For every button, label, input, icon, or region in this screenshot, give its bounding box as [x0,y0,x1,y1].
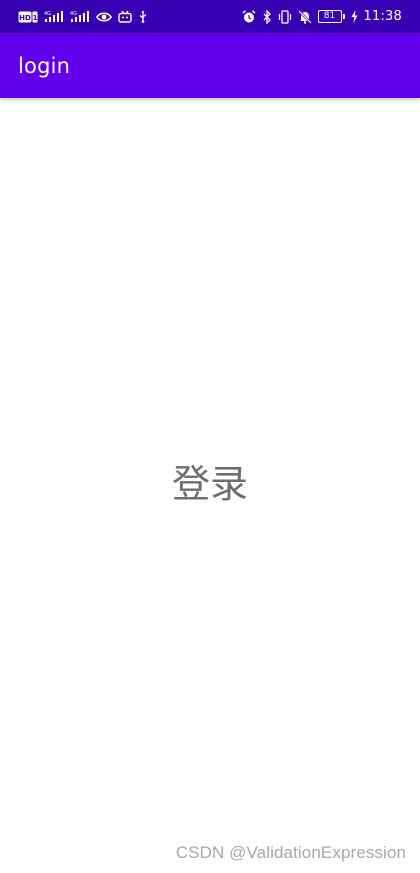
hd-icon: HD 1 [18,10,38,24]
battery-tip [342,14,345,19]
svg-text:4G: 4G [44,11,51,17]
status-right-icons: 81 11:38 [242,9,402,24]
battery-icon: 81 [317,10,345,24]
main-content: 登录 [0,98,420,873]
alarm-icon [242,9,256,24]
svg-text:4G: 4G [70,11,77,17]
app-bar: login [0,33,420,98]
vibrate-icon [278,9,292,24]
status-bar: HD 1 4G 4G 81 11:38 [0,0,420,33]
app-bar-title: login [18,53,71,78]
svg-text:1: 1 [33,14,38,22]
signal-4g-icon: 4G [70,10,90,24]
charging-icon [351,10,358,24]
bluetooth-icon [262,9,272,24]
app-screen: HD 1 4G 4G 81 11:38 login 登录 CSDN @Valid… [0,0,420,873]
status-left-icons: HD 1 4G 4G [18,10,148,24]
bilibili-icon [118,10,132,24]
signal-4g-icon: 4G [44,10,64,24]
eye-icon [96,10,112,24]
csdn-watermark: CSDN @ValidationExpression [175,843,406,862]
status-clock: 11:38 [363,9,402,24]
mute-icon [297,9,312,24]
svg-text:HD: HD [19,14,31,22]
login-text: 登录 [171,462,248,506]
usb-icon [138,10,148,24]
battery-level: 81 [317,10,342,23]
